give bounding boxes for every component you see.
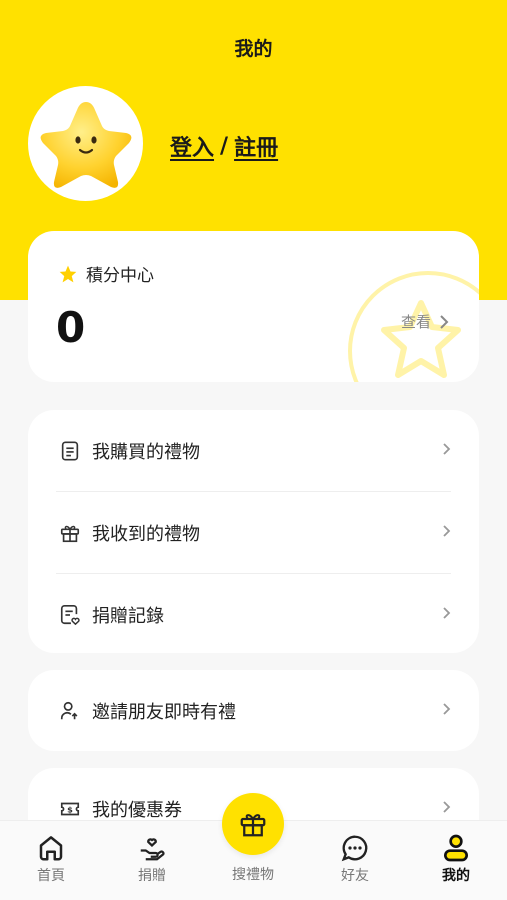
home-icon <box>11 831 91 865</box>
menu-item-purchased-gifts[interactable]: 我購買的禮物 <box>28 410 479 491</box>
nav-home[interactable]: 首頁 <box>11 831 91 885</box>
view-points-link[interactable]: 查看 <box>401 311 449 332</box>
nav-donate[interactable]: 捐贈 <box>112 831 192 885</box>
menu-item-donation-records[interactable]: 捐贈記錄 <box>28 574 479 655</box>
menu-label: 我收到的禮物 <box>92 523 200 545</box>
nav-mine[interactable]: 我的 <box>416 831 496 885</box>
nav-friends-label: 好友 <box>341 868 369 884</box>
invite-menu-card: 邀請朋友即時有禮 <box>28 670 479 751</box>
donation-record-icon <box>58 603 82 627</box>
login-link[interactable]: 登入 <box>170 130 214 162</box>
view-label: 查看 <box>400 313 431 331</box>
points-title: 積分中心 <box>86 266 154 286</box>
menu-item-received-gifts[interactable]: 我收到的禮物 <box>28 492 479 573</box>
star-mascot-icon <box>40 101 131 188</box>
search-gifts-center-button[interactable] <box>222 793 284 855</box>
coupon-icon: $ <box>58 797 82 821</box>
receipt-icon <box>58 439 82 463</box>
menu-label: 我購買的禮物 <box>92 441 200 463</box>
svg-text:$: $ <box>67 804 73 814</box>
nav-search-gifts-label: 搜禮物 <box>232 867 274 883</box>
chevron-right-icon <box>442 700 451 721</box>
invite-friend-icon <box>58 699 82 723</box>
register-link[interactable]: 註冊 <box>234 130 278 162</box>
chevron-right-icon <box>442 604 451 625</box>
chevron-right-icon <box>442 440 451 461</box>
points-header: 積分中心 <box>58 261 154 286</box>
chevron-right-icon <box>442 798 451 819</box>
nav-donate-label: 捐贈 <box>138 868 166 884</box>
gift-icon <box>240 814 266 837</box>
menu-label: 捐贈記錄 <box>92 605 164 627</box>
user-profile-icon <box>416 831 496 865</box>
gifts-menu-card: 我購買的禮物 我收到的禮物 捐贈記錄 <box>28 410 479 653</box>
nav-mine-label: 我的 <box>442 868 470 884</box>
login-register: 登入 / 註冊 <box>170 130 278 162</box>
nav-friends[interactable]: 好友 <box>315 831 395 885</box>
separator: / <box>220 133 229 159</box>
page-title: 我的 <box>234 38 273 60</box>
decorative-star-icon <box>381 300 461 378</box>
chevron-right-icon <box>442 522 451 543</box>
chevron-right-icon <box>440 314 449 329</box>
gift-icon <box>58 521 82 545</box>
points-value: 0 <box>56 303 86 352</box>
star-icon <box>59 265 77 282</box>
menu-item-invite-friends[interactable]: 邀請朋友即時有禮 <box>28 670 479 751</box>
donate-hand-heart-icon <box>112 831 192 865</box>
menu-label: 邀請朋友即時有禮 <box>92 701 236 723</box>
chat-bubble-icon <box>315 831 395 865</box>
avatar[interactable] <box>28 86 143 201</box>
nav-search-gifts[interactable]: 搜禮物 <box>213 864 293 884</box>
points-center-card[interactable]: 積分中心 0 查看 <box>28 231 479 382</box>
nav-home-label: 首頁 <box>37 868 65 884</box>
